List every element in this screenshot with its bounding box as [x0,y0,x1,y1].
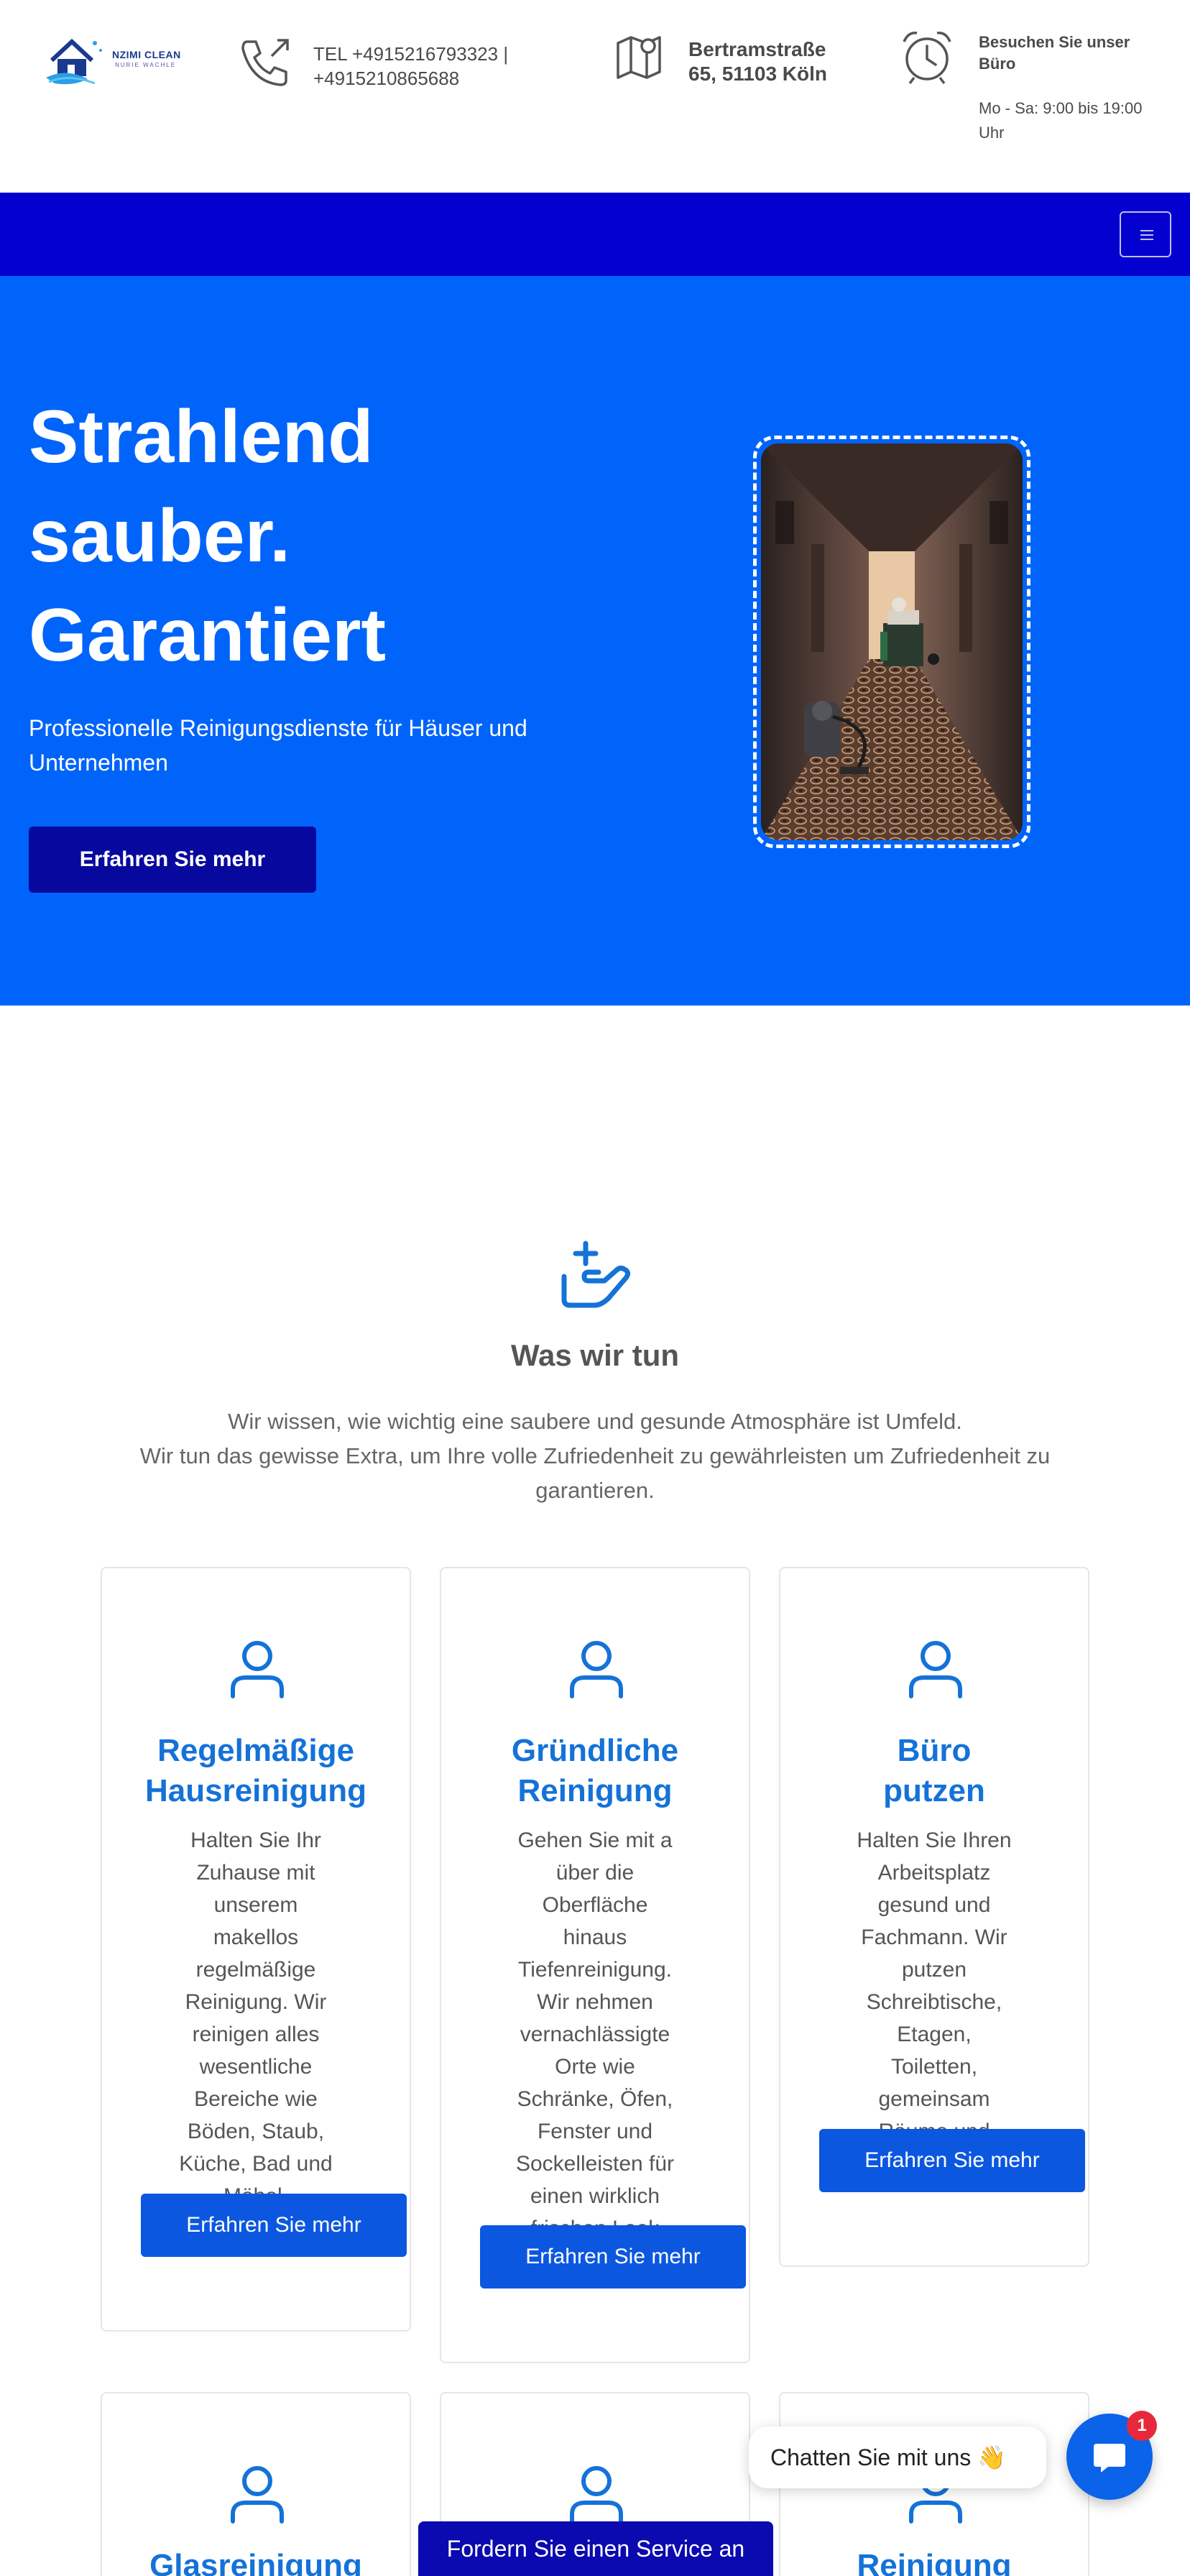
phone-numbers[interactable]: TEL +4915216793323 | +4915210865688 [313,42,508,91]
office-address: Bertramstraße 65, 51103 Köln [688,37,827,86]
hand-sparkle-icon [561,1241,631,1308]
logo-brand-text: NZIMI CLEAN [112,49,181,60]
service-card-title-line: Reinigung [517,1773,673,1808]
service-card-title-line: putzen [883,1773,985,1808]
service-card-regular-cleaning: Regelmäßige Hausreinigung Halten Sie Ihr… [101,1567,411,2332]
logo-tagline: NURIE WACHLE [115,62,177,68]
services-description-line: Wir wissen, wie wichtig eine saubere und… [228,1409,962,1434]
chat-unread-badge: 1 [1127,2411,1157,2441]
hamburger-line [1140,239,1153,240]
service-card-learn-more-button[interactable]: Erfahren Sie mehr [480,2225,746,2288]
menu-toggle-button[interactable] [1120,211,1171,257]
services-section-title: Was wir tun [510,1338,680,1372]
map-icon [617,36,661,79]
service-card-text: Halten Sie Ihren Arbeitsplatz gesund und… [857,1828,1012,2176]
company-logo[interactable]: NZIMI CLEAN NURIE WACHLE [45,32,185,91]
service-card-glass-cleaning: Glasreinigung [101,2392,411,2576]
service-card-title: Gründliche Reinigung [441,1731,749,1811]
office-hours-line-2: Uhr [979,124,1005,142]
request-service-button[interactable]: Fordern Sie einen Service an [418,2521,773,2576]
hero-image-frame [753,436,1030,848]
house-logo-icon [46,38,102,85]
service-card-title: Büro putzen [780,1731,1088,1811]
hero-title-line: Strahlend [29,395,374,479]
user-icon [570,2466,623,2524]
hotel-corridor-image [761,443,1023,840]
alarm-clock-icon [903,32,951,85]
hamburger-line [1140,230,1153,231]
office-line-2: Büro [979,55,1016,73]
address-line-2: 65, 51103 Köln [688,63,828,85]
service-card-text: Gehen Sie mit a über die Oberfläche hina… [515,1828,675,2273]
service-card-title-line: Hausreinigung [144,1773,367,1808]
services-description: Wir wissen, wie wichtig eine saubere und… [86,1404,1104,1508]
user-icon [909,1641,962,1698]
top-info-bar: NZIMI CLEAN NURIE WACHLE TEL +4915216793… [0,0,1190,193]
service-card-deep-cleaning: Gründliche Reinigung Gehen Sie mit a übe… [440,1567,750,2363]
chat-invite-bubble[interactable]: Chatten Sie mit uns 👋 [749,2426,1046,2488]
services-description-line: Wir tun das gewisse Extra, um Ihre volle… [139,1443,1051,1503]
hero-title: Strahlend sauber. Garantiert [29,387,618,685]
service-card-text: Halten Sie Ihr Zuhause mit unserem makel… [179,1828,333,2208]
address-line-1: Bertramstraße [688,38,826,60]
office-line-1: Besuchen Sie unser [979,33,1130,51]
service-card-learn-more-button[interactable]: Erfahren Sie mehr [141,2194,407,2257]
phone-line-2: +4915210865688 [313,68,460,89]
office-hours: Mo - Sa: 9:00 bis 19:00 Uhr [979,96,1142,145]
hero-learn-more-button[interactable]: Erfahren Sie mehr [29,827,316,893]
office-hours-line-1: Mo - Sa: 9:00 bis 19:00 [979,99,1143,117]
service-card-title: Reinigung [857,2548,1012,2576]
hamburger-line [1140,234,1153,236]
service-card-title: Regelmäßige Hausreinigung [102,1731,410,1811]
user-icon [231,1641,284,1698]
service-card-office-cleaning: Büro putzen Halten Sie Ihren Arbeitsplat… [779,1567,1089,2267]
hero-subtitle: Professionelle Reinigungsdienste für Häu… [29,715,527,776]
user-icon [570,1641,623,1698]
hero-title-line: Garantiert [29,594,387,677]
service-card-title: Glasreinigung [149,2548,362,2576]
user-icon [231,2466,284,2524]
service-card-title-line: Gründliche [511,1733,679,1768]
service-card-title-line: Büro [897,1733,972,1768]
hero-section: Strahlend sauber. Garantiert Professione… [0,276,1190,1006]
service-card-title-line: Regelmäßige [157,1733,354,1768]
phone-line-1: TEL +4915216793323 | [313,43,509,65]
phone-icon [241,39,289,86]
main-navbar [0,193,1190,276]
office-visit-label: Besuchen Sie unser Büro [979,32,1130,75]
hero-title-line: sauber. [29,494,291,578]
service-card-learn-more-button[interactable]: Erfahren Sie mehr [819,2129,1085,2192]
